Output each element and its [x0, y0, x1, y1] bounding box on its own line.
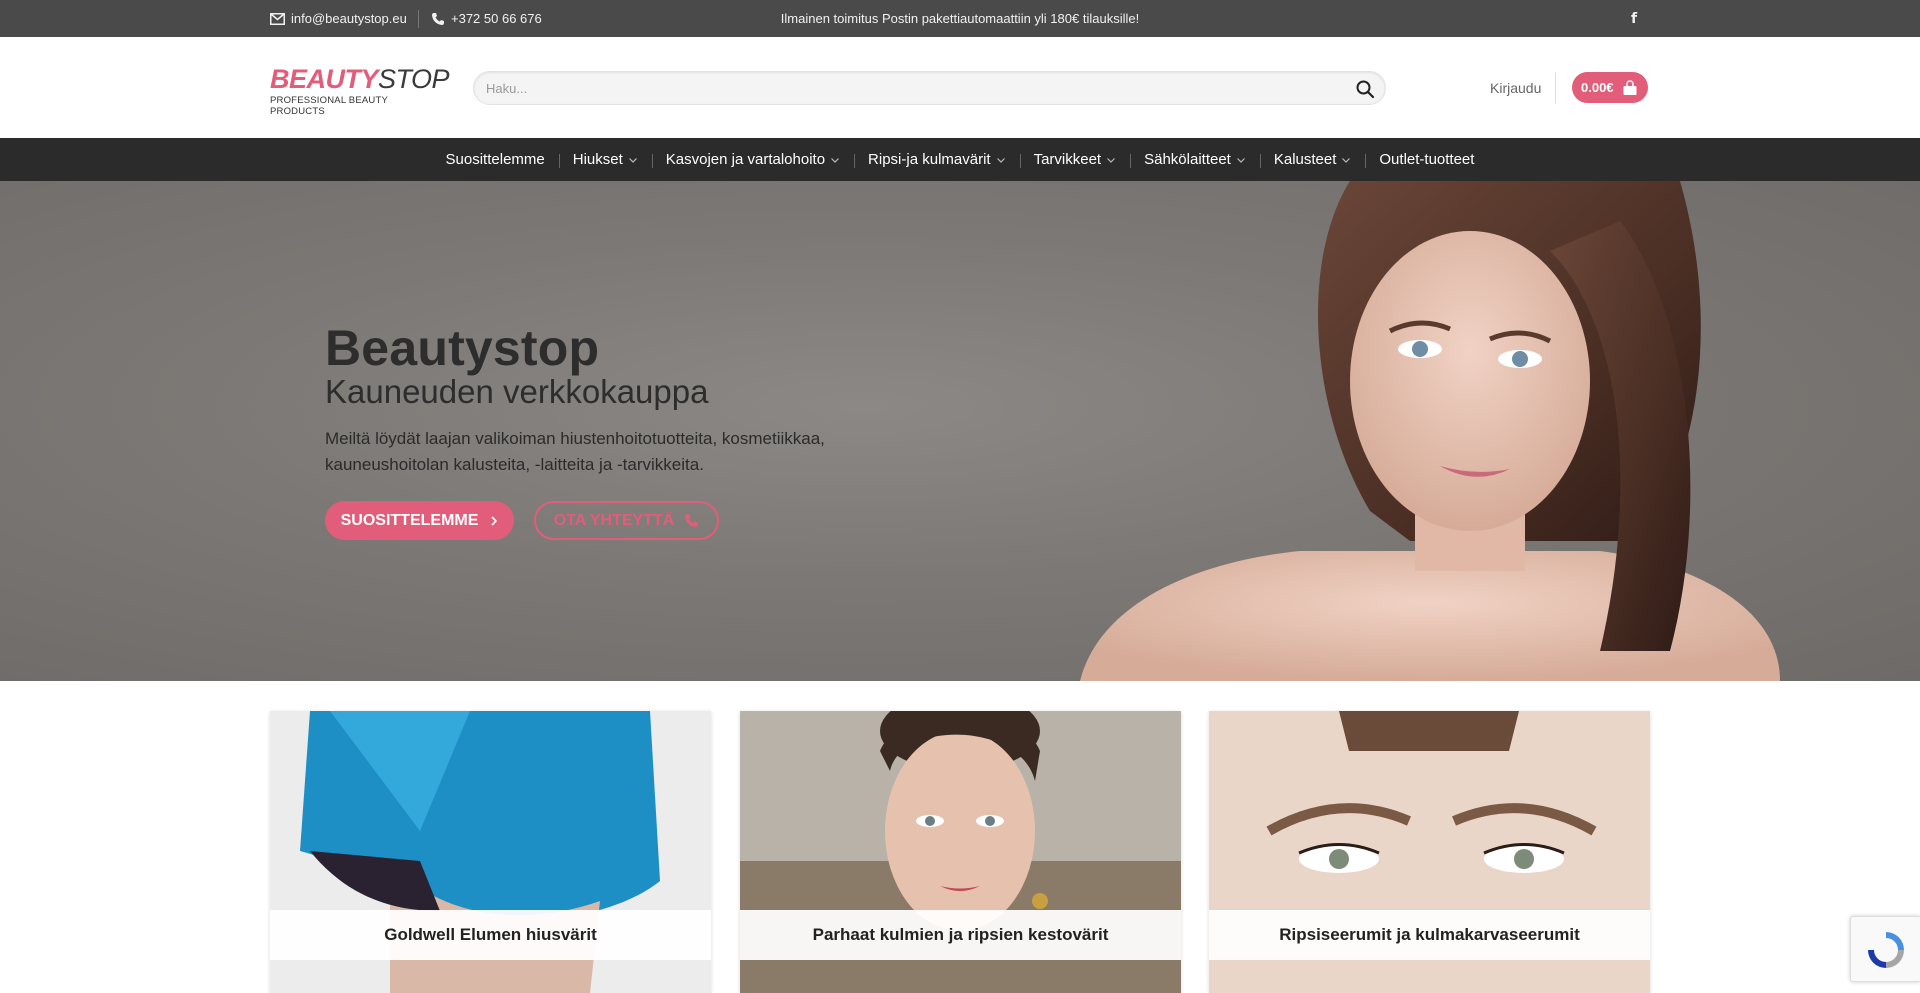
category-card-goldwell[interactable]: Goldwell Elumen hiusvärit — [270, 711, 711, 993]
site-header: BEAUTYSTOP PROFESSIONAL BEAUTY PRODUCTS … — [0, 37, 1920, 138]
hero-description: Meiltä löydät laajan valikoiman hiustenh… — [325, 429, 825, 474]
logo-wordmark: BEAUTYSTOP — [270, 64, 450, 94]
hero-subtitle: Kauneuden verkkokauppa — [325, 373, 709, 410]
cart-total: 0.00€ — [1581, 80, 1614, 95]
nav-item-label: Tarvikkeet — [1033, 151, 1102, 168]
recaptcha-icon — [1868, 932, 1904, 968]
search-icon[interactable] — [1355, 79, 1375, 99]
logo-tagline: PROFESSIONAL BEAUTY PRODUCTS — [270, 95, 388, 117]
phone-icon — [685, 514, 699, 527]
nav-item-kasvojen-ja-vartalohoito[interactable]: Kasvojen ja vartalohoito — [651, 151, 854, 168]
chevron-down-icon — [628, 157, 637, 163]
nav-item-sahkolaitteet[interactable]: Sähkölaitteet — [1130, 151, 1260, 168]
nav-item-tarvikkeet[interactable]: Tarvikkeet — [1019, 151, 1131, 168]
recaptcha-badge[interactable] — [1850, 916, 1920, 982]
hero-portrait-image — [1080, 181, 1780, 681]
header-divider — [1555, 73, 1556, 103]
search-bar — [473, 71, 1386, 105]
contact-button-label: OTA YHTEYTTÄ — [553, 511, 675, 529]
chevron-right-icon — [491, 515, 498, 526]
cart-button[interactable]: 0.00€ — [1572, 72, 1648, 103]
recommended-button-label: SUOSITTELEMME — [340, 511, 479, 529]
hero-title: Beautystop — [325, 320, 600, 376]
logo-wordmark-beauty: BEAUTY — [270, 64, 379, 94]
chevron-down-icon — [1236, 157, 1245, 163]
nav-item-outlet-tuotteet[interactable]: Outlet-tuotteet — [1365, 151, 1488, 168]
nav-item-label: Sähkölaitteet — [1144, 151, 1231, 168]
contact-button[interactable]: OTA YHTEYTTÄ — [534, 501, 719, 540]
category-card-label: Goldwell Elumen hiusvärit — [270, 910, 711, 960]
nav-item-label: Outlet-tuotteet — [1379, 151, 1475, 168]
site-logo[interactable]: BEAUTYSTOP PROFESSIONAL BEAUTY PRODUCTS — [270, 64, 450, 117]
nav-item-label: Ripsi-ja kulmavärit — [868, 151, 991, 168]
nav-item-suosittelemme[interactable]: Suosittelemme — [432, 151, 559, 168]
nav-item-hiukset[interactable]: Hiukset — [558, 151, 652, 168]
hero-banner: Beautystop Kauneuden verkkokauppa Meiltä… — [0, 181, 1920, 681]
search-input[interactable] — [486, 72, 1336, 104]
logo-wordmark-stop: STOP — [378, 64, 450, 94]
facebook-icon[interactable]: f — [1631, 0, 1637, 37]
nav-item-label: Suosittelemme — [445, 151, 545, 168]
category-card-label: Ripsiseerumit ja kulmakarvaseerumit — [1209, 910, 1650, 960]
nav-item-kalusteet[interactable]: Kalusteet — [1259, 151, 1366, 168]
chevron-down-icon — [831, 157, 839, 163]
top-bar: info@beautystop.eu +372 50 66 676 Ilmain… — [0, 0, 1920, 37]
category-card-label: Parhaat kulmien ja ripsien kestovärit — [740, 910, 1181, 960]
main-navigation: Suosittelemme Hiukset Kasvojen ja vartal… — [0, 138, 1920, 181]
recommended-button[interactable]: SUOSITTELEMME — [325, 501, 514, 540]
category-card-lash-serums[interactable]: Ripsiseerumit ja kulmakarvaseerumit — [1209, 711, 1650, 993]
login-link[interactable]: Kirjaudu — [1490, 37, 1541, 138]
nav-item-label: Kalusteet — [1273, 151, 1337, 168]
nav-item-ripsi-ja-kulmavarit[interactable]: Ripsi-ja kulmavärit — [854, 151, 1020, 168]
shopping-bag-icon — [1623, 79, 1637, 95]
chevron-down-icon — [996, 157, 1005, 163]
chevron-down-icon — [1342, 157, 1351, 163]
category-card-brow-lash-tints[interactable]: Parhaat kulmien ja ripsien kestovärit — [740, 711, 1181, 993]
nav-item-label: Kasvojen ja vartalohoito — [665, 151, 826, 168]
nav-item-label: Hiukset — [572, 151, 623, 168]
chevron-down-icon — [1107, 157, 1116, 163]
